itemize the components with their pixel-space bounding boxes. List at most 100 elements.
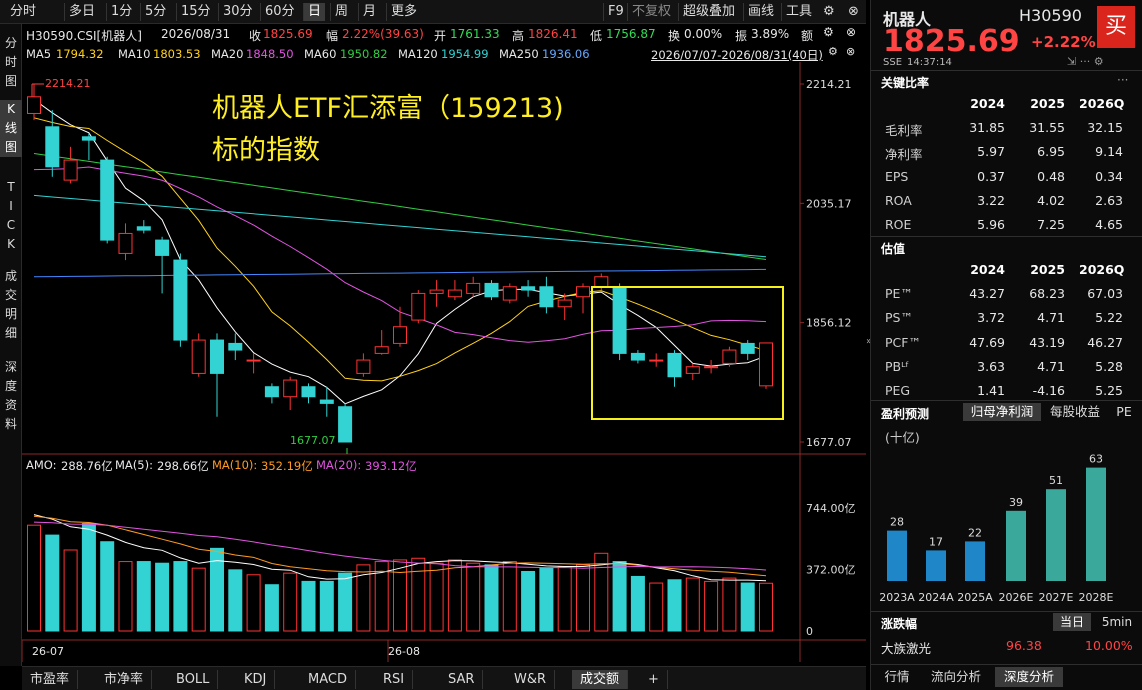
forecast-bar [1046,489,1066,581]
candle [264,386,279,398]
ratios-menu-icon[interactable]: ··· [1117,73,1128,87]
ma250-label: MA250 [499,47,539,61]
valuation-cell: 43.27 [969,286,1005,301]
candle [100,159,115,241]
panel-bottom-tab-2[interactable]: 深度分析 [995,667,1063,687]
price-tick-0: 2214.21 [806,78,852,91]
valuation-cell: 4.71 [1037,310,1065,326]
volume-bar [539,567,554,632]
ratio-cell: 31.55 [1029,120,1065,135]
mover-name[interactable]: 大族激光 [881,638,931,657]
ratio-cell: 32.15 [1087,120,1123,135]
buy-button[interactable]: 买 [1097,6,1135,48]
indicator-tab-2[interactable]: BOLL [168,670,219,689]
ma-settings-icon[interactable]: ⚙ [828,45,838,58]
ratio-cell: 31.85 [969,120,1005,135]
vertical-tab-2[interactable]: TICK [0,178,22,254]
vertical-tab-1[interactable]: K线图 [0,100,22,157]
indicator-tab-3[interactable]: KDJ [236,670,276,689]
indicator-tab-4[interactable]: MACD [300,670,356,689]
open-value: 1761.33 [450,27,500,41]
panel-bottom-tab-0[interactable]: 行情 [879,667,915,687]
indicator-tab-6[interactable]: SAR [440,670,484,689]
amplitude-value: 3.89% [751,27,790,41]
volume-bar [81,523,96,632]
panel-pin-icon[interactable]: ⇲ ··· ⚙ [1067,55,1104,68]
indicator-tab-7[interactable]: W&R [506,670,556,689]
candle [521,286,536,291]
volume-bar [759,582,773,632]
volume-bar [502,561,517,632]
indicator-tab-1[interactable]: 市净率 [96,670,153,689]
movers-tab-5min[interactable]: 5min [1095,613,1139,631]
candle [155,239,170,256]
period-tab-2[interactable]: 1分 [106,3,136,21]
candle [301,386,316,398]
forecast-bar [926,550,946,581]
forecast-tab-2[interactable]: PE [1111,403,1137,421]
ratio-cell: 9.14 [1095,144,1123,160]
volume-bar [612,561,627,632]
tool-tab-2[interactable]: 超级叠加 [678,3,739,21]
panel-bottom-tab-1[interactable]: 流向分析 [923,667,989,687]
vol-ma20-label: MA(20): [316,458,362,472]
indicator-tab-9[interactable]: + [640,670,668,689]
close-icon[interactable]: ⊗ [844,3,863,21]
period-tab-8[interactable]: 周 [330,3,352,21]
period-tab-0[interactable]: 分时 [6,3,40,21]
valuation-row-label: PS™ [885,310,913,326]
vertical-tab-4[interactable]: 深度资料 [0,358,22,434]
volume-bar [173,561,188,632]
tool-tab-0[interactable]: F9 [603,3,628,21]
period-tab-4[interactable]: 15分 [176,3,215,21]
period-tab-1[interactable]: 多日 [64,3,99,21]
volume-bar [63,549,78,632]
divider [871,400,1142,401]
vertical-tab-3[interactable]: 成交明细 [0,267,22,343]
ratio-cell: 0.48 [1037,168,1065,184]
movers-tab-today[interactable]: 当日 [1053,613,1091,631]
ma5-label: MA5 [26,47,52,61]
period-tab-9[interactable]: 月 [358,3,380,21]
turnover-label: 换 [668,29,681,43]
period-tab-10[interactable]: 更多 [386,3,421,21]
ratio-cell: 0.34 [1095,168,1123,184]
vol-ma20-value: 393.12亿 [365,459,417,473]
valuation-cell: 47.69 [969,334,1005,350]
settings-gear-icon[interactable]: ⚙ [823,25,834,39]
tool-tab-3[interactable]: 画线 [743,3,778,21]
volume-bar [667,579,682,632]
ratio-cell: 2.63 [1095,192,1123,208]
period-tab-6[interactable]: 60分 [260,3,299,21]
valuation-year-0: 2024 [970,262,1005,277]
close-chart-icon[interactable]: ⊗ [846,25,856,39]
volume-bar [447,559,462,632]
period-tab-7[interactable]: 日 [303,3,326,21]
candle [27,96,41,114]
tool-tab-1[interactable]: 不复权 [627,3,675,21]
indicator-tab-0[interactable]: 市盈率 [22,670,79,689]
candle [191,339,206,374]
vol-ma5-label: MA(5): [115,458,153,472]
volume-bar [319,580,334,632]
date-range[interactable]: 2026/07/07-2026/08/31(40日) [651,47,823,63]
candle [81,136,96,141]
forecast-tab-1[interactable]: 每股收益 [1041,403,1109,421]
ma-close-icon[interactable]: ⊗ [846,45,855,58]
gear-icon[interactable]: ⚙ [819,3,839,21]
tool-tab-4[interactable]: 工具 [781,3,816,21]
candle [356,359,371,374]
ratio-cell: 6.95 [1037,144,1065,160]
candle [484,282,499,298]
period-tab-3[interactable]: 5分 [140,3,170,21]
forecast-tab-0[interactable]: 归母净利润 [963,403,1041,421]
period-tab-5[interactable]: 30分 [218,3,257,21]
volume-bar [27,524,41,632]
forecast-value: 28 [890,516,904,529]
vertical-tab-0[interactable]: 分时图 [0,34,22,91]
indicator-tab-5[interactable]: RSI [375,670,414,689]
indicator-tab-8[interactable]: 成交额 [572,670,629,689]
vol-ma10-value: 352.19亿 [261,459,313,473]
vertical-tab-label: 分时图 [4,36,17,88]
valuation-cell: 3.72 [977,310,1005,326]
